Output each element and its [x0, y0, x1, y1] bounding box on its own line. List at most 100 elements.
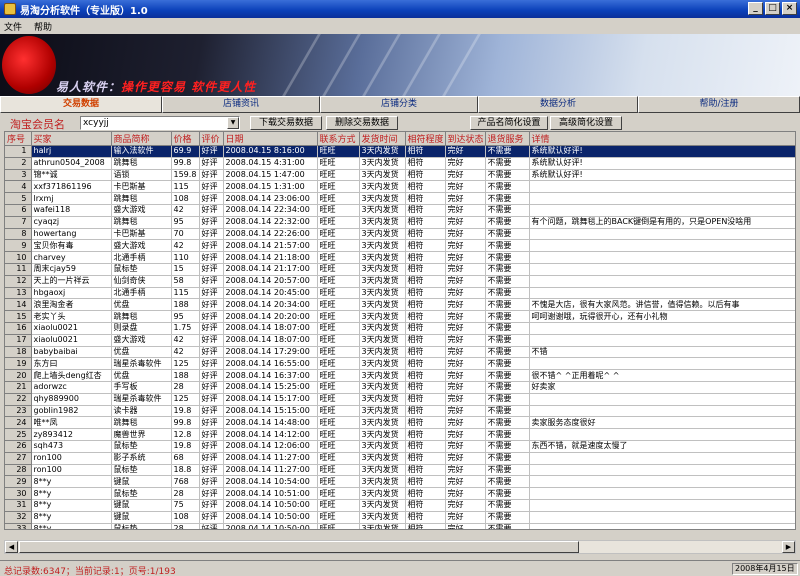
table-row[interactable]: 8 howertang 卡巴斯基 70 好评 2008.04.14 22:26:00 旺旺 3… [5, 228, 795, 241]
cell-contact: 旺旺 [317, 251, 360, 264]
horizontal-scrollbar[interactable]: ◀ ▶ [4, 540, 796, 554]
column-header-seq[interactable]: 序号 [5, 132, 32, 146]
cell-product: 键鼠 [111, 511, 172, 524]
table-row[interactable]: 15 老实丫头 跳舞毯 95 好评 2008.04.14 20:20:00 旺旺 3天内发货相… [5, 310, 795, 323]
tab-shop-info[interactable]: 店铺资讯 [162, 96, 320, 113]
cell-arrival: 完好 [445, 180, 486, 194]
table-row[interactable]: 24 唯**凤 跳舞毯 99.8 好评 2008.04.14 14:48:00 旺旺 3天内发… [5, 416, 795, 430]
cell-detail: 系统默认好评! [529, 145, 795, 158]
cell-match: 相符 [405, 310, 446, 323]
delete-trade-button[interactable]: 删除交易数据 [326, 116, 398, 130]
cell-detail [529, 228, 795, 241]
product-name-simplify-button[interactable]: 产品名简化设置 [470, 116, 548, 130]
table-row[interactable]: 32 8**y 键鼠 108 好评 2008.04.14 10:50:00 旺旺 3天内发货相… [5, 511, 795, 524]
download-trade-button[interactable]: 下载交易数据 [250, 116, 322, 130]
cell-match: 相符 [405, 157, 446, 170]
cell-price: 19.8 [171, 440, 200, 453]
cell-contact: 旺旺 [317, 334, 360, 347]
shop-member-select[interactable]: xcyyjj ▼ [80, 116, 240, 130]
cell-match: 相符 [405, 204, 446, 217]
trade-data-grid[interactable]: 序号 买家 商品简称 价格 评价 日期 联系方式 发货时间 相符程度 到达状态 退货服务 详情 1 ha… [4, 131, 796, 530]
table-row[interactable]: 33 8**y 鼠标垫 28 好评 2008.04.14 10:50:00 旺旺 3天内发货相… [5, 523, 795, 529]
cell-detail [529, 275, 795, 288]
table-row[interactable]: 30 8**y 鼠标垫 28 好评 2008.04.14 10:51:00 旺旺 3天内发货相… [5, 487, 795, 500]
table-row[interactable]: 29 8**y 键鼠 768 好评 2008.04.14 10:54:00 旺旺 3天内发货相… [5, 475, 795, 489]
table-row[interactable]: 21 adorwzc 手写板 28 好评 2008.04.14 15:25:00 旺旺 3天内… [5, 381, 795, 394]
cell-arrival: 完好 [445, 204, 486, 217]
column-header-rating[interactable]: 评价 [199, 132, 224, 146]
cell-rating: 好评 [199, 298, 224, 312]
table-row[interactable]: 10 charvey 北通手柄 110 好评 2008.04.14 21:18:00 旺旺 3… [5, 251, 795, 264]
cell-arrival: 完好 [445, 346, 486, 359]
cell-arrival: 完好 [445, 157, 486, 170]
table-row[interactable]: 1 halrj 输入法软件 69.9 好评 2008.04.15 8:16:00 旺旺 3天内… [5, 145, 795, 158]
minimize-button[interactable]: _ [748, 2, 763, 15]
cell-buyer: sqh473 [31, 440, 112, 453]
cell-date: 2008.04.14 21:17:00 [223, 263, 318, 276]
cell-product: 鼠标垫 [111, 263, 172, 276]
table-row[interactable]: 11 周末cjay59 鼠标垫 15 好评 2008.04.14 21:17:00 旺旺 3天… [5, 263, 795, 276]
table-row[interactable]: 28 ron100 鼠标垫 18.8 好评 2008.04.14 11:27:00 旺旺 3天… [5, 464, 795, 477]
table-row[interactable]: 26 sqh473 鼠标垫 19.8 好评 2008.04.14 12:06:00 旺旺 3天… [5, 440, 795, 453]
scroll-right-icon[interactable]: ▶ [782, 541, 795, 553]
table-row[interactable]: 23 goblin1982 读卡器 19.8 好评 2008.04.14 15:15:00… [5, 405, 795, 418]
cell-buyer: 锦**诚 [31, 169, 112, 182]
table-row[interactable]: 20 爬上墙头deng红杏 优盘 188 好评 2008.04.14 16:37:00 旺旺… [5, 369, 795, 382]
cell-match: 相符 [405, 322, 446, 335]
table-row[interactable]: 17 xiaolu0021 盛大游戏 42 好评 2008.04.14 18:07:00 旺… [5, 334, 795, 347]
column-header-date[interactable]: 日期 [223, 132, 318, 146]
maximize-button[interactable]: □ [765, 2, 780, 15]
column-header-return[interactable]: 退货服务 [485, 132, 530, 146]
scroll-left-icon[interactable]: ◀ [5, 541, 18, 553]
column-header-arrival[interactable]: 到达状态 [445, 132, 486, 146]
table-row[interactable]: 13 hbgaoxj 北通手柄 115 好评 2008.04.14 20:45:00 旺旺 3… [5, 287, 795, 300]
column-header-price[interactable]: 价格 [171, 132, 200, 146]
cell-buyer: athrun0504_2008 [31, 157, 112, 170]
table-row[interactable]: 3 锦**诚 语锁 159.8 好评 2008.04.15 1:47:00 旺旺 3天内发货相… [5, 169, 795, 182]
table-row[interactable]: 16 xiaolu0021 则录盘 1.75 好评 2008.04.14 18:07:00… [5, 322, 795, 335]
table-row[interactable]: 2 athrun0504_2008 跳舞毯 99.8 好评 2008.04.15 4:31… [5, 157, 795, 170]
close-button[interactable]: × [782, 2, 797, 15]
menu-file[interactable]: 文件 [4, 20, 22, 33]
table-row[interactable]: 9 宝贝你有毒 盛大游戏 42 好评 2008.04.14 21:57:00 旺旺 3天内发货… [5, 239, 795, 253]
cell-seq: 8 [5, 228, 32, 241]
cell-price: 1.75 [171, 322, 200, 335]
table-row[interactable]: 18 babybaibai 优盘 42 好评 2008.04.14 17:29:00 旺旺 3… [5, 346, 795, 359]
tab-trade-data[interactable]: 交易数据 [0, 96, 162, 113]
table-row[interactable]: 7 cyaqzj 跳舞毯 95 好评 2008.04.14 22:32:00 旺旺 3天内发货… [5, 216, 795, 229]
cell-product: 跳舞毯 [111, 216, 172, 229]
table-row[interactable]: 25 zy893412 魔兽世界 12.8 好评 2008.04.14 14:12:00 旺… [5, 428, 795, 441]
cell-date: 2008.04.14 16:37:00 [223, 369, 318, 382]
cell-ship-time: 3天内发货 [359, 239, 406, 253]
advanced-simplify-button[interactable]: 高级简化设置 [550, 116, 622, 130]
column-header-ship-time[interactable]: 发货时间 [359, 132, 406, 146]
table-row[interactable]: 14 浪里淘金者 优盘 188 好评 2008.04.14 20:34:00 旺旺 3天内发货… [5, 298, 795, 312]
table-row[interactable]: 19 东方曰 瑞星杀毒软件 125 好评 2008.04.14 16:55:00 旺旺 3天内… [5, 357, 795, 371]
cell-contact: 旺旺 [317, 216, 360, 229]
cell-rating: 好评 [199, 440, 224, 453]
tab-help-register[interactable]: 帮助/注册 [638, 96, 800, 113]
column-header-match[interactable]: 相符程度 [405, 132, 446, 146]
scrollbar-thumb[interactable] [19, 541, 579, 553]
cell-buyer: goblin1982 [31, 405, 112, 418]
cell-date: 2008.04.14 21:18:00 [223, 251, 318, 264]
column-header-product[interactable]: 商品简称 [111, 132, 172, 146]
chevron-down-icon[interactable]: ▼ [227, 117, 239, 129]
table-row[interactable]: 31 8**y 键鼠 75 好评 2008.04.14 10:50:00 旺旺 3天内发货 相符… [5, 499, 795, 512]
cell-contact: 旺旺 [317, 287, 360, 300]
table-row[interactable]: 5 lrxmj 跳舞毯 108 好评 2008.04.14 23:06:00 旺旺 3天内发货… [5, 192, 795, 205]
tab-shop-category[interactable]: 店铺分类 [320, 96, 478, 113]
column-header-buyer[interactable]: 买家 [31, 132, 112, 146]
column-header-detail[interactable]: 详情 [529, 132, 795, 146]
table-row[interactable]: 22 qhy889900 瑞星杀毒软件 125 好评 2008.04.14 15:17:0… [5, 393, 795, 406]
table-row[interactable]: 6 wafei118 盛大游戏 42 好评 2008.04.14 22:34:00 旺旺 3天… [5, 204, 795, 217]
table-row[interactable]: 4 xxf371861196 卡巴斯基 115 好评 2008.04.15 1:31:00… [5, 180, 795, 194]
table-row[interactable]: 27 ron100 影子系统 68 好评 2008.04.14 11:27:00 旺旺 3天内… [5, 452, 795, 465]
cell-ship-time: 3天内发货 [359, 464, 406, 477]
cell-ship-time: 3天内发货 [359, 452, 406, 465]
tab-data-analysis[interactable]: 数据分析 [478, 96, 638, 113]
cell-product: 鼠标垫 [111, 440, 172, 453]
column-header-contact[interactable]: 联系方式 [317, 132, 360, 146]
menu-help[interactable]: 帮助 [34, 20, 52, 33]
table-row[interactable]: 12 天上的一片祥云 仙剑奇侠 58 好评 2008.04.14 20:57:00 旺旺 3天… [5, 275, 795, 288]
